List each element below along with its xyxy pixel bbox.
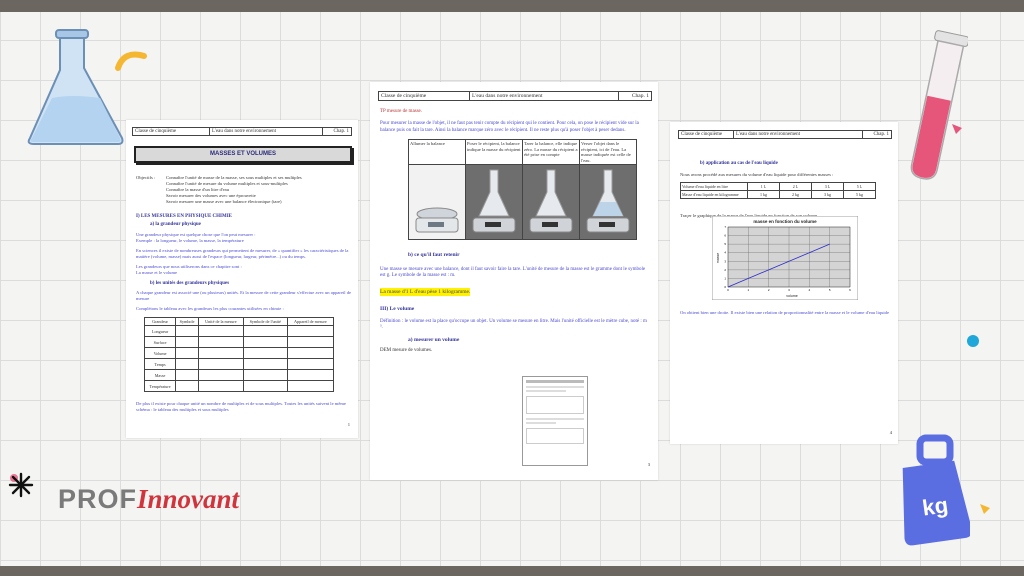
table-cell: 3 kg (811, 190, 844, 199)
header-chap: Chap. 1 (873, 132, 889, 137)
header-class: Classe de cinquième (379, 92, 470, 100)
brand-innovant: Innovant (137, 484, 240, 514)
page-number: 4 (889, 430, 892, 435)
table-cell: Volume d'eau liquide en litre (680, 182, 748, 191)
document-page-3: Classe de cinquième L'eau dans notre env… (670, 122, 898, 444)
water-table: Volume d'eau liquide en litre 1 L 2 L 3 … (680, 182, 876, 199)
paragraph: DEM mesure de volumes. (380, 347, 433, 353)
table-cell: Masse (143, 369, 177, 381)
header-theme: L'eau dans notre environnement (734, 131, 863, 138)
weight-icon: kg (902, 434, 970, 546)
header-chap: Chap. 1 (333, 129, 349, 134)
table-header: Unité de la mesure (198, 317, 244, 326)
table-cell: 2 kg (779, 190, 812, 199)
subsection-title: b) application au cas de l'eau liquide (700, 161, 778, 166)
chart-title: masse en fonction du volume (753, 219, 817, 224)
document-thumbnail (522, 376, 588, 466)
flask-icon (27, 29, 124, 145)
paragraph: A chaque grandeur est associé une (ou pl… (136, 290, 352, 301)
paragraph: Pour mesurer la masse de l'objet, il ne … (380, 121, 639, 133)
balance-photo (579, 164, 637, 240)
page-number: 1 (347, 422, 350, 427)
header-theme: L'eau dans notre environnement (210, 128, 323, 135)
page-header: Classe de cinquième L'eau dans notre env… (132, 127, 352, 136)
table-cell: 1 kg (747, 190, 780, 199)
paragraph: De plus il existe pour chaque unité un n… (136, 401, 346, 412)
document-page-1: Classe de cinquième L'eau dans notre env… (126, 120, 358, 438)
table-cell: Surface (143, 336, 177, 348)
subsection-title: a) mesurer un volume (408, 336, 460, 343)
paragraph: En sciences il existe de nombreuses gran… (136, 248, 349, 259)
table-cell: 1 L (747, 182, 780, 191)
paragraph: Complétons le tableau avec les grandeurs… (136, 306, 284, 311)
page-title: MASSES ET VOLUMES (134, 146, 352, 163)
header-class: Classe de cinquième (679, 131, 734, 138)
test-tube-icon (910, 30, 968, 180)
cyan-dot-icon (967, 335, 979, 347)
yellow-arc-icon (115, 51, 147, 71)
paragraph: Exemple : la longueur, le volume, la mas… (136, 238, 244, 243)
header-theme: L'eau dans notre environnement (470, 92, 619, 100)
table-header: Symbole de l'unité (242, 317, 288, 326)
table-cell: Temps (143, 358, 177, 370)
top-frame-bar (0, 0, 1024, 12)
chart-ylabel: masse (716, 253, 720, 264)
page-number: 3 (647, 462, 650, 467)
paragraph: Une masse se mesure avec une balance, do… (380, 266, 646, 279)
paragraph: Définition : le volume est la place qu'o… (380, 318, 647, 331)
bottom-frame-bar (0, 566, 1024, 576)
page-header: Classe de cinquième L'eau dans notre env… (678, 130, 892, 139)
tp-title: TP mesure de masse. (380, 109, 423, 114)
yellow-shape-icon (980, 504, 990, 514)
section-title: III) Le volume (380, 305, 415, 312)
step-text: Poser le récipient, la balance indique l… (465, 138, 523, 166)
steps-table: Allumer la balance Poser le récipient, l… (408, 138, 637, 240)
header-chap: Chap. 1 (631, 93, 649, 99)
table-header: Symbole (175, 317, 200, 326)
units-table: Grandeur Symbole Unité de la mesure Symb… (143, 317, 335, 392)
paragraph: La masse et le volume (136, 270, 178, 275)
subsection-title: b) ce qu'il faut retenir (408, 251, 460, 258)
table-cell: Longueur (143, 325, 177, 337)
paragraph: Nous avons procédé aux mesures du volume… (680, 172, 834, 177)
subsection-title: a) la grandeur physique (150, 222, 201, 227)
table-cell: 2 L (779, 182, 812, 191)
table-cell: Température (143, 380, 177, 392)
document-page-2: Classe de cinquième L'eau dans notre env… (370, 82, 658, 480)
sparkle-icon (8, 472, 34, 498)
brand-logo: PROFInnovant (58, 484, 239, 515)
mass-volume-chart: masse en fonction du volume masse volume… (712, 216, 858, 300)
table-cell: Volume (143, 347, 177, 359)
step-text: Verser l'objet dans le récipient, ici de… (579, 138, 637, 166)
balance-photo (465, 164, 523, 240)
page-header: Classe de cinquième L'eau dans notre env… (378, 91, 652, 101)
table-cell: 5 kg (843, 190, 876, 199)
section-title: I) LES MESURES EN PHYSIQUE CHIMIE (136, 214, 232, 219)
header-class: Classe de cinquième (133, 128, 210, 135)
step-text: Allumer la balance (408, 138, 466, 166)
highlight-text: La masse d'1 L d'eau pèse 1 kilogramme. (380, 287, 471, 296)
table-header: Appareil de mesure (286, 317, 335, 326)
weight-label: kg (921, 492, 950, 520)
objectif-item: Savoir mesurer une masse avec une balanc… (166, 199, 282, 204)
balance-photo (408, 164, 466, 240)
balance-photo (522, 164, 580, 240)
objectifs-label: Objectifs : (136, 175, 156, 180)
table-header: Grandeur (143, 317, 177, 326)
subsection-title: b) les unités des grandeurs physiques (150, 281, 230, 286)
chart-xlabel: volume (786, 294, 798, 298)
step-text: Tarer la balance, elle indique zéro. La … (522, 138, 580, 166)
table-cell: 5 L (843, 182, 876, 191)
paragraph: On obtient bien une droite. Il existe bi… (680, 310, 890, 315)
table-cell: 3 L (811, 182, 844, 191)
table-cell: Masse d'eau liquide en kilogramme (680, 190, 748, 199)
brand-prof: PROF (58, 484, 138, 514)
